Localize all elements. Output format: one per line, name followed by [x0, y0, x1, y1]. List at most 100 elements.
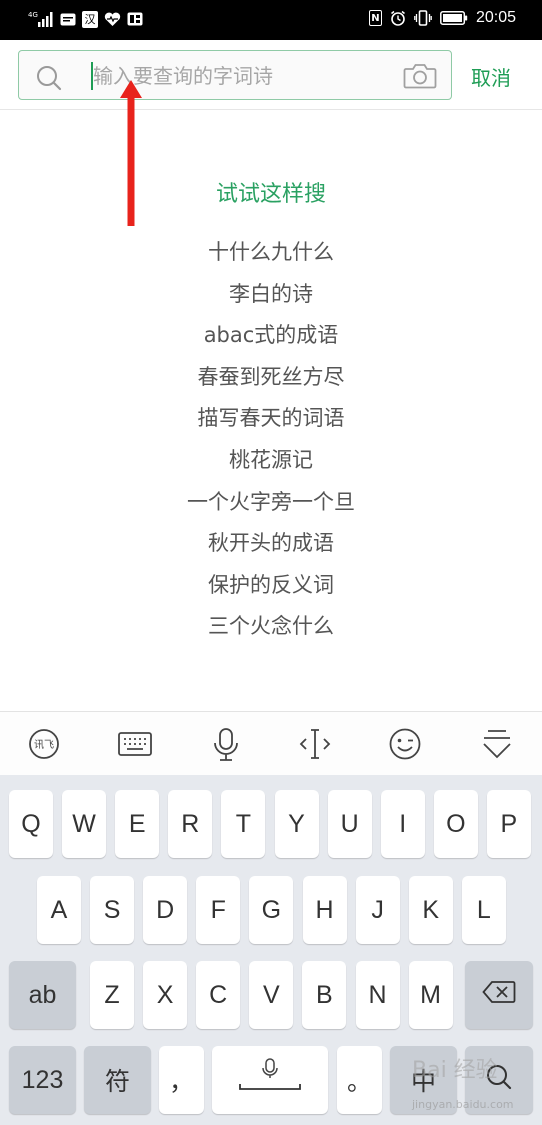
- alarm-icon: [390, 10, 406, 26]
- key-k[interactable]: K: [408, 876, 453, 944]
- numbers-key[interactable]: 123: [9, 1046, 76, 1114]
- suggestion-item[interactable]: abac式的成语: [0, 315, 542, 357]
- battery-icon: [440, 11, 468, 25]
- period-key-label: 。: [346, 1068, 372, 1096]
- suggestion-item[interactable]: 桃花源记: [0, 440, 542, 482]
- key-f-label: F: [210, 895, 226, 924]
- suggestion-item[interactable]: 十什么九什么: [0, 232, 542, 274]
- suggestion-item[interactable]: 一个火字旁一个旦: [0, 482, 542, 524]
- svg-text:4G: 4G: [28, 11, 38, 19]
- numbers-key-label: 123: [21, 1065, 64, 1094]
- emoji-icon[interactable]: [388, 727, 422, 765]
- status-right: N 20:05: [368, 9, 516, 27]
- key-a[interactable]: A: [37, 876, 81, 944]
- comma-key[interactable]: ，: [159, 1046, 204, 1114]
- ime-logo-icon[interactable]: 讯飞: [27, 727, 61, 765]
- key-e-label: E: [128, 809, 146, 838]
- key-q[interactable]: Q: [9, 790, 53, 858]
- key-b-label: B: [316, 980, 333, 1009]
- key-w-label: W: [72, 809, 96, 838]
- period-key[interactable]: 。: [337, 1046, 382, 1114]
- key-h[interactable]: H: [302, 876, 347, 944]
- suggestion-list: 十什么九什么 李白的诗 abac式的成语 春蚕到死丝方尽 描写春天的词语 桃花源记 一个火字…: [0, 232, 542, 648]
- search-box[interactable]: [18, 50, 452, 100]
- microphone-icon[interactable]: [211, 727, 241, 767]
- suggestion-item[interactable]: 描写春天的词语: [0, 398, 542, 440]
- search-icon: [35, 64, 63, 96]
- key-t-label: T: [235, 809, 252, 838]
- key-v[interactable]: V: [249, 961, 294, 1029]
- svg-text:讯飞: 讯飞: [34, 739, 54, 751]
- symbols-key[interactable]: 符: [84, 1046, 151, 1114]
- key-l-label: L: [476, 895, 491, 924]
- key-y-label: Y: [288, 809, 305, 838]
- suggestion-item[interactable]: 保护的反义词: [0, 565, 542, 607]
- key-w[interactable]: W: [62, 790, 107, 858]
- key-v-label: V: [262, 980, 280, 1009]
- ab-toggle-key[interactable]: ab: [9, 961, 76, 1029]
- key-g-label: G: [261, 895, 282, 924]
- key-o[interactable]: O: [433, 790, 478, 858]
- search-key-icon: [485, 1063, 513, 1098]
- suggestion-item[interactable]: 李白的诗: [0, 274, 542, 316]
- key-t[interactable]: T: [221, 790, 266, 858]
- key-c-label: C: [209, 980, 228, 1009]
- key-b[interactable]: B: [302, 961, 347, 1029]
- key-r-label: R: [181, 809, 200, 838]
- key-f[interactable]: F: [196, 876, 241, 944]
- key-g[interactable]: G: [249, 876, 294, 944]
- key-d-label: D: [156, 895, 175, 924]
- language-switch-key-label: 中: [410, 1068, 436, 1096]
- key-l[interactable]: L: [461, 876, 506, 944]
- key-z-label: Z: [104, 980, 120, 1009]
- backspace-key[interactable]: [465, 961, 533, 1029]
- key-p-label: P: [500, 809, 518, 838]
- suggestion-item[interactable]: 三个火念什么: [0, 606, 542, 648]
- comma-key-label: ，: [168, 1068, 194, 1096]
- nfc-icon: N: [368, 10, 382, 26]
- space-voice-icon: [235, 1057, 305, 1104]
- key-s-label: S: [103, 895, 121, 924]
- key-e[interactable]: E: [115, 790, 160, 858]
- key-y[interactable]: Y: [274, 790, 319, 858]
- suggestion-title: 试试这样搜: [215, 182, 326, 207]
- health-icon: [104, 12, 121, 27]
- status-bar: 4G 汉 N 20:05: [0, 0, 542, 40]
- key-x[interactable]: X: [143, 961, 188, 1029]
- key-d[interactable]: D: [143, 876, 188, 944]
- key-s[interactable]: S: [90, 876, 135, 944]
- key-h-label: H: [315, 895, 334, 924]
- key-j[interactable]: J: [355, 876, 400, 944]
- backspace-icon: [482, 980, 516, 1011]
- key-x-label: X: [156, 980, 174, 1009]
- suggestion-item[interactable]: 春蚕到死丝方尽: [0, 357, 542, 399]
- cursor-move-icon[interactable]: [298, 727, 332, 765]
- key-m[interactable]: M: [408, 961, 453, 1029]
- key-n[interactable]: N: [355, 961, 400, 1029]
- camera-icon[interactable]: [403, 63, 437, 93]
- han-input-badge: 汉: [82, 10, 98, 28]
- key-q-label: Q: [21, 809, 41, 838]
- language-switch-key[interactable]: 中: [390, 1046, 457, 1114]
- search-key[interactable]: [465, 1046, 533, 1114]
- key-r[interactable]: R: [168, 790, 213, 858]
- suggestion-item[interactable]: 秋开头的成语: [0, 523, 542, 565]
- keyboard-icon[interactable]: [117, 727, 153, 765]
- key-p[interactable]: P: [486, 790, 531, 858]
- key-a-label: A: [50, 895, 68, 924]
- key-i[interactable]: I: [380, 790, 425, 858]
- key-c[interactable]: C: [196, 961, 241, 1029]
- key-z[interactable]: Z: [90, 961, 134, 1029]
- key-u[interactable]: U: [327, 790, 372, 858]
- collapse-keyboard-icon[interactable]: [480, 727, 514, 765]
- clock-time: 20:05: [475, 9, 516, 26]
- key-m-label: M: [420, 980, 441, 1009]
- cancel-button[interactable]: 取消: [471, 62, 511, 91]
- symbols-key-label: 符: [104, 1068, 130, 1096]
- message-icon: [60, 13, 76, 26]
- space-key[interactable]: [212, 1046, 328, 1114]
- status-left: 4G 汉: [28, 10, 143, 28]
- signal-icon: 4G: [28, 10, 54, 28]
- keyboard: Q W E R T Y U I O P A S D F G H J K Lab Z X C V B N M 123 符 ， 。 中: [0, 775, 542, 1125]
- key-n-label: N: [368, 980, 387, 1009]
